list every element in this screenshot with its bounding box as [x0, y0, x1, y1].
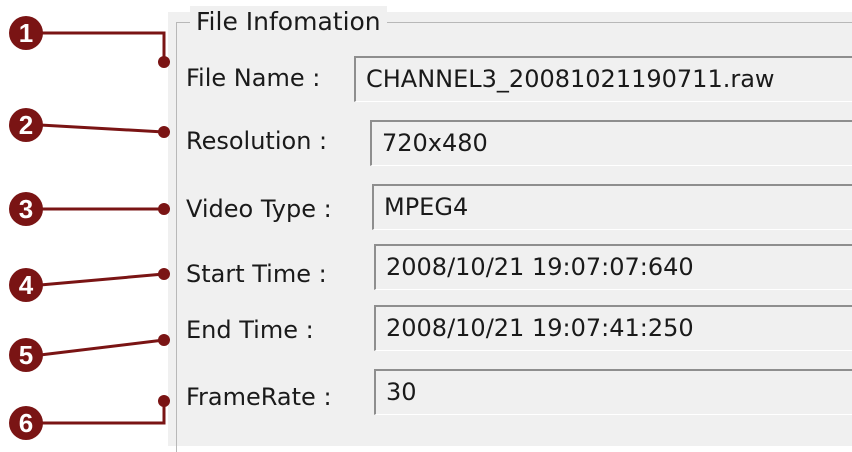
- callout-dot-4: [158, 268, 170, 280]
- callout-lines: [9, 16, 170, 440]
- callout-dot-5: [158, 334, 170, 346]
- callout-number-3: 3: [18, 194, 34, 224]
- callout-dot-3: [158, 203, 170, 215]
- callout-line-1: [40, 31, 166, 62]
- callout-number-1: 1: [18, 18, 34, 48]
- callout-line-5: [39, 338, 165, 357]
- callout-line-6: [40, 401, 166, 425]
- callout-line-2: [39, 123, 165, 134]
- callout-number-6: 6: [18, 408, 34, 438]
- callout-dot-2: [158, 126, 170, 138]
- callout-number-4: 4: [18, 270, 34, 300]
- callout-number-2: 2: [18, 110, 34, 140]
- callout-number-5: 5: [18, 340, 34, 370]
- callout-line-4: [39, 272, 165, 287]
- callout-dot-6: [158, 395, 170, 407]
- callout-dot-1: [158, 56, 170, 68]
